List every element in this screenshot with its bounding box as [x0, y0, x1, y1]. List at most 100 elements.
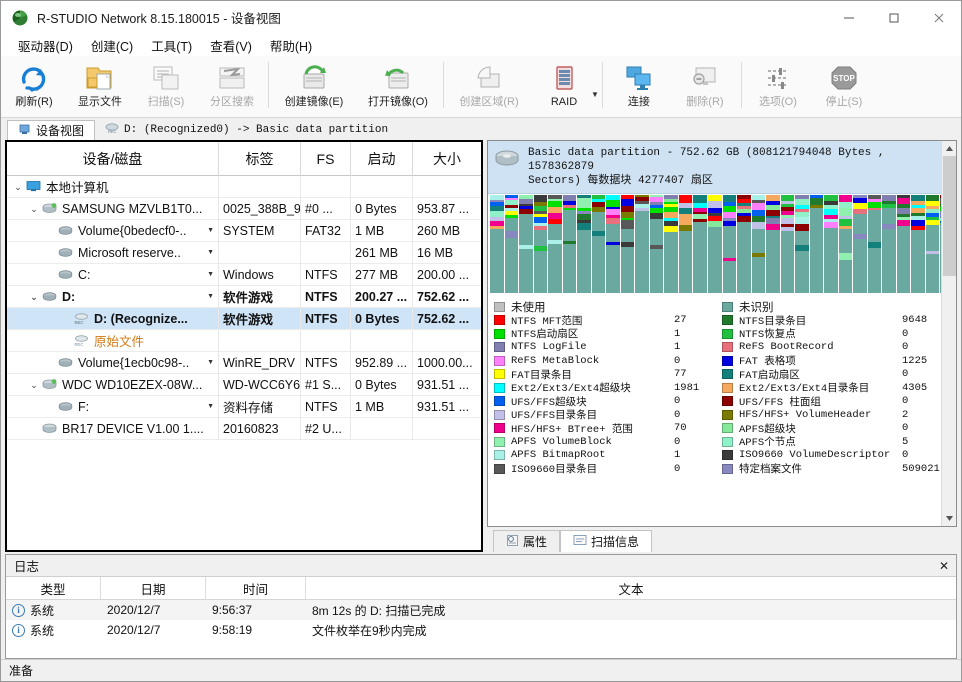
tree-row[interactable]: ⌄SAMSUNG MZVLB1T0...0025_388B_9...#0 ...…: [7, 198, 481, 220]
tree-dropdown-arrow[interactable]: ▼: [203, 249, 214, 256]
tab-device-view[interactable]: 设备视图: [7, 120, 95, 140]
block-map-cell[interactable]: [926, 195, 940, 293]
toolbar-refresh-button[interactable]: 刷新(R): [1, 58, 67, 116]
block-map-cell[interactable]: [563, 195, 577, 293]
raid-icon: [547, 62, 581, 94]
toolbar-options-button[interactable]: 选项(O): [745, 58, 811, 116]
log-column-time[interactable]: 时间: [206, 577, 306, 600]
tree-row[interactable]: ·F:▼资料存储NTFS1 MB931.51 ...: [7, 396, 481, 418]
tree-row[interactable]: ⌄WDC WD10EZEX-08W...WD-WCC6Y6...#1 S...0…: [7, 374, 481, 396]
menu-item-drives[interactable]: 驱动器(D): [9, 34, 82, 57]
tree-dropdown-arrow[interactable]: ▼: [203, 271, 214, 278]
partition-block-map[interactable]: [488, 194, 956, 294]
column-header-device[interactable]: 设备/磁盘: [7, 142, 219, 176]
scroll-up-icon[interactable]: [942, 141, 956, 156]
block-map-cell[interactable]: [679, 195, 693, 293]
block-map-cell[interactable]: [752, 195, 766, 293]
column-header-fs[interactable]: FS: [301, 142, 351, 176]
tree-row[interactable]: ·Volume{1ecb0c98-..▼WinRE_DRVNTFS952.89 …: [7, 352, 481, 374]
block-map-cell[interactable]: [606, 195, 620, 293]
block-map-cell[interactable]: [737, 195, 751, 293]
tree-dropdown-arrow[interactable]: ▼: [203, 227, 214, 234]
log-column-date[interactable]: 日期: [101, 577, 206, 600]
block-map-cell[interactable]: [635, 195, 649, 293]
block-map-cell[interactable]: [708, 195, 722, 293]
block-map-cell[interactable]: [868, 195, 882, 293]
tab-scan-info[interactable]: 扫描信息: [560, 530, 652, 552]
block-map-cell[interactable]: [766, 195, 780, 293]
toolbar-scan-button[interactable]: 扫描(S): [133, 58, 199, 116]
toolbar-open-image-button[interactable]: 打开镜像(O): [356, 58, 440, 116]
app-window: R-STUDIO Network 8.15.180015 - 设备视图 驱动器(…: [0, 0, 962, 682]
tree-row[interactable]: ⌄本地计算机: [7, 176, 481, 198]
log-row[interactable]: i系统2020/12/79:56:378m 12s 的 D: 扫描已完成: [6, 600, 956, 620]
block-map-cell[interactable]: [693, 195, 707, 293]
block-map-cell[interactable]: [621, 195, 635, 293]
tab-properties[interactable]: 属性: [493, 530, 560, 552]
column-header-boot[interactable]: 启动: [351, 142, 413, 176]
block-map-cell[interactable]: [650, 195, 664, 293]
menu-item-tools[interactable]: 工具(T): [142, 34, 201, 57]
block-map-cell[interactable]: [664, 195, 678, 293]
scrollbar-thumb[interactable]: [943, 156, 956, 276]
block-map-cell[interactable]: [519, 195, 533, 293]
block-map-cell[interactable]: [592, 195, 606, 293]
toolbar-raid-button[interactable]: RAID: [531, 58, 597, 116]
menu-item-create[interactable]: 创建(C): [82, 34, 142, 57]
block-map-cell[interactable]: [853, 195, 867, 293]
tab-scan-info-label: 扫描信息: [591, 533, 639, 550]
column-header-size[interactable]: 大小: [413, 142, 481, 176]
block-map-cell[interactable]: [781, 195, 795, 293]
log-column-text[interactable]: 文本: [306, 577, 956, 600]
toolbar-show-files-button[interactable]: 显示文件: [67, 58, 133, 116]
tree-expander-icon[interactable]: ⌄: [27, 374, 41, 396]
toolbar-partition-search-button[interactable]: 分区搜索: [199, 58, 265, 116]
tree-expander-icon[interactable]: ⌄: [27, 198, 41, 220]
toolbar-create-image-button[interactable]: 创建镜像(E): [272, 58, 356, 116]
block-map-cell[interactable]: [534, 195, 548, 293]
toolbar-stop-button[interactable]: STOP 停止(S): [811, 58, 877, 116]
close-button[interactable]: [916, 1, 961, 34]
block-map-cell[interactable]: [839, 195, 853, 293]
block-map-cell[interactable]: [548, 195, 562, 293]
tree-row[interactable]: ·REC原始文件: [7, 330, 481, 352]
column-header-label[interactable]: 标签: [219, 142, 301, 176]
toolbar-delete-button[interactable]: 删除(R): [672, 58, 738, 116]
log-close-button[interactable]: ✕: [932, 559, 956, 573]
tree-expander-icon[interactable]: ⌄: [27, 286, 41, 308]
block-map-cell[interactable]: [824, 195, 838, 293]
tab-recognized-partition[interactable]: REC D: (Recognized0) -> Basic data parti…: [95, 120, 398, 140]
block-map-cell[interactable]: [810, 195, 824, 293]
raid-dropdown-arrow[interactable]: ▼: [591, 90, 599, 99]
tree-dropdown-arrow[interactable]: ▼: [203, 403, 214, 410]
menu-item-view[interactable]: 查看(V): [201, 34, 261, 57]
menu-item-help[interactable]: 帮助(H): [261, 34, 321, 57]
block-map-cell[interactable]: [723, 195, 737, 293]
toolbar-create-region-button[interactable]: 创建区域(R): [447, 58, 531, 116]
tree-row[interactable]: ·Microsoft reserve..▼261 MB16 MB: [7, 242, 481, 264]
block-map-cell[interactable]: [577, 195, 591, 293]
block-map-cell[interactable]: [795, 195, 809, 293]
legend-scrollbar[interactable]: [941, 141, 956, 526]
scroll-down-icon[interactable]: [942, 511, 956, 526]
block-map-cell[interactable]: [882, 195, 896, 293]
tree-row[interactable]: ·RECD: (Recognize...软件游戏NTFS0 Bytes752.6…: [7, 308, 481, 330]
maximize-button[interactable]: [871, 1, 916, 34]
tree-dropdown-arrow[interactable]: ▼: [203, 359, 214, 366]
toolbar-connect-button[interactable]: 连接: [606, 58, 672, 116]
tree-row[interactable]: ⌄D:▼软件游戏NTFS200.27 ...752.62 ...: [7, 286, 481, 308]
minimize-button[interactable]: [826, 1, 871, 34]
tree-expander-icon[interactable]: ⌄: [11, 176, 25, 198]
legend-row: UFS/FFS目录条目0: [494, 408, 722, 422]
log-row[interactable]: i系统2020/12/79:58:19文件枚举在9秒内完成: [6, 620, 956, 640]
log-column-type[interactable]: 类型: [6, 577, 101, 600]
block-map-cell[interactable]: [490, 195, 504, 293]
block-map-cell[interactable]: [897, 195, 911, 293]
tree-row[interactable]: ·Volume{0bedecf0-..▼SYSTEMFAT321 MB260 M…: [7, 220, 481, 242]
block-map-cell[interactable]: [505, 195, 519, 293]
toolbar-separator-4: [741, 62, 742, 108]
block-map-cell[interactable]: [911, 195, 925, 293]
tree-dropdown-arrow[interactable]: ▼: [203, 293, 214, 300]
tree-row[interactable]: ·BR17 DEVICE V1.00 1....20160823#2 U...: [7, 418, 481, 440]
tree-row[interactable]: ·C:▼WindowsNTFS277 MB200.00 ...: [7, 264, 481, 286]
